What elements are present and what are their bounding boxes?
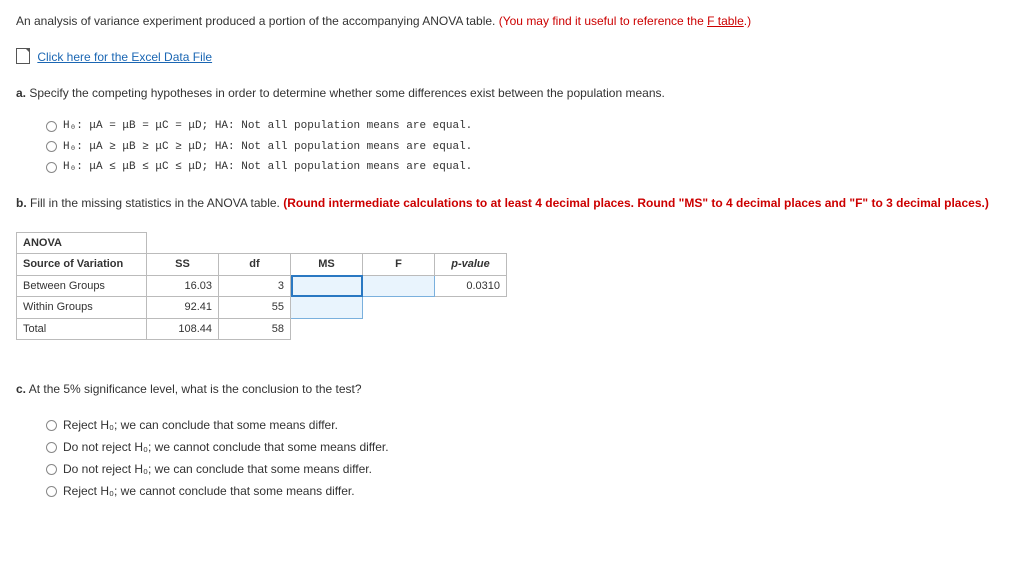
excel-link-row: Click here for the Excel Data File: [16, 48, 1008, 66]
option-text: H₀: μA ≥ μB ≥ μC ≥ μD; HA: Not all popul…: [63, 139, 472, 156]
conclusion-option-3[interactable]: Do not reject H₀; we can conclude that s…: [46, 460, 1008, 478]
row-label: Between Groups: [17, 275, 147, 297]
excel-data-link[interactable]: Click here for the Excel Data File: [37, 50, 212, 64]
part-a-text: Specify the competing hypotheses in orde…: [26, 86, 665, 100]
part-c-text: At the 5% significance level, what is th…: [26, 382, 362, 396]
table-row: Total 108.44 58: [17, 318, 507, 340]
hypothesis-option-1[interactable]: H₀: μA = μB = μC = μD; HA: Not all popul…: [46, 118, 1008, 135]
row-label: Total: [17, 318, 147, 340]
hypothesis-option-2[interactable]: H₀: μA ≥ μB ≥ μC ≥ μD; HA: Not all popul…: [46, 139, 1008, 156]
ms-input[interactable]: [291, 275, 363, 297]
ss-value: 16.03: [147, 275, 219, 297]
table-row: Between Groups 16.03 3 0.0310: [17, 275, 507, 297]
option-text: Reject H₀; we cannot conclude that some …: [63, 482, 355, 500]
part-b-red: (Round intermediate calculations to at l…: [283, 196, 989, 210]
radio-icon: [46, 121, 57, 132]
part-a-label: a.: [16, 86, 26, 100]
col-f: F: [363, 254, 435, 276]
ss-value: 108.44: [147, 318, 219, 340]
col-df: df: [219, 254, 291, 276]
part-a: a. Specify the competing hypotheses in o…: [16, 84, 1008, 176]
f-table-link[interactable]: F table: [707, 14, 744, 28]
f-input[interactable]: [363, 275, 435, 297]
option-text: H₀: μA ≤ μB ≤ μC ≤ μD; HA: Not all popul…: [63, 159, 472, 176]
anova-title: ANOVA: [17, 232, 147, 254]
intro-text: An analysis of variance experiment produ…: [16, 12, 1008, 30]
excel-file-icon: [16, 48, 30, 64]
option-text: Do not reject H₀; we cannot conclude tha…: [63, 438, 389, 456]
part-b-text: Fill in the missing statistics in the AN…: [27, 196, 284, 210]
radio-icon: [46, 162, 57, 173]
radio-icon: [46, 486, 57, 497]
conclusion-option-2[interactable]: Do not reject H₀; we cannot conclude tha…: [46, 438, 1008, 456]
part-c: c. At the 5% significance level, what is…: [16, 380, 1008, 500]
ss-value: 92.41: [147, 297, 219, 319]
conclusion-option-4[interactable]: Reject H₀; we cannot conclude that some …: [46, 482, 1008, 500]
col-ss: SS: [147, 254, 219, 276]
df-value: 55: [219, 297, 291, 319]
df-value: 58: [219, 318, 291, 340]
option-text: Reject H₀; we can conclude that some mea…: [63, 416, 338, 434]
conclusion-option-1[interactable]: Reject H₀; we can conclude that some mea…: [46, 416, 1008, 434]
option-text: Do not reject H₀; we can conclude that s…: [63, 460, 372, 478]
col-source: Source of Variation: [17, 254, 147, 276]
anova-table: ANOVA Source of Variation SS df MS F p-v…: [16, 232, 507, 341]
p-value: 0.0310: [435, 275, 507, 297]
part-c-options: Reject H₀; we can conclude that some mea…: [46, 416, 1008, 500]
part-c-label: c.: [16, 382, 26, 396]
part-a-options: H₀: μA = μB = μC = μD; HA: Not all popul…: [46, 118, 1008, 176]
anova-header-row: Source of Variation SS df MS F p-value: [17, 254, 507, 276]
part-b-label: b.: [16, 196, 27, 210]
intro-plain: An analysis of variance experiment produ…: [16, 14, 499, 28]
radio-icon: [46, 420, 57, 431]
row-label: Within Groups: [17, 297, 147, 319]
table-row: Within Groups 92.41 55: [17, 297, 507, 319]
ms-input[interactable]: [291, 297, 363, 319]
hypothesis-option-3[interactable]: H₀: μA ≤ μB ≤ μC ≤ μD; HA: Not all popul…: [46, 159, 1008, 176]
radio-icon: [46, 464, 57, 475]
radio-icon: [46, 141, 57, 152]
col-pvalue: p-value: [435, 254, 507, 276]
radio-icon: [46, 442, 57, 453]
df-value: 3: [219, 275, 291, 297]
option-text: H₀: μA = μB = μC = μD; HA: Not all popul…: [63, 118, 472, 135]
part-b: b. Fill in the missing statistics in the…: [16, 194, 1008, 341]
intro-hint: (You may find it useful to reference the…: [499, 14, 751, 28]
col-ms: MS: [291, 254, 363, 276]
